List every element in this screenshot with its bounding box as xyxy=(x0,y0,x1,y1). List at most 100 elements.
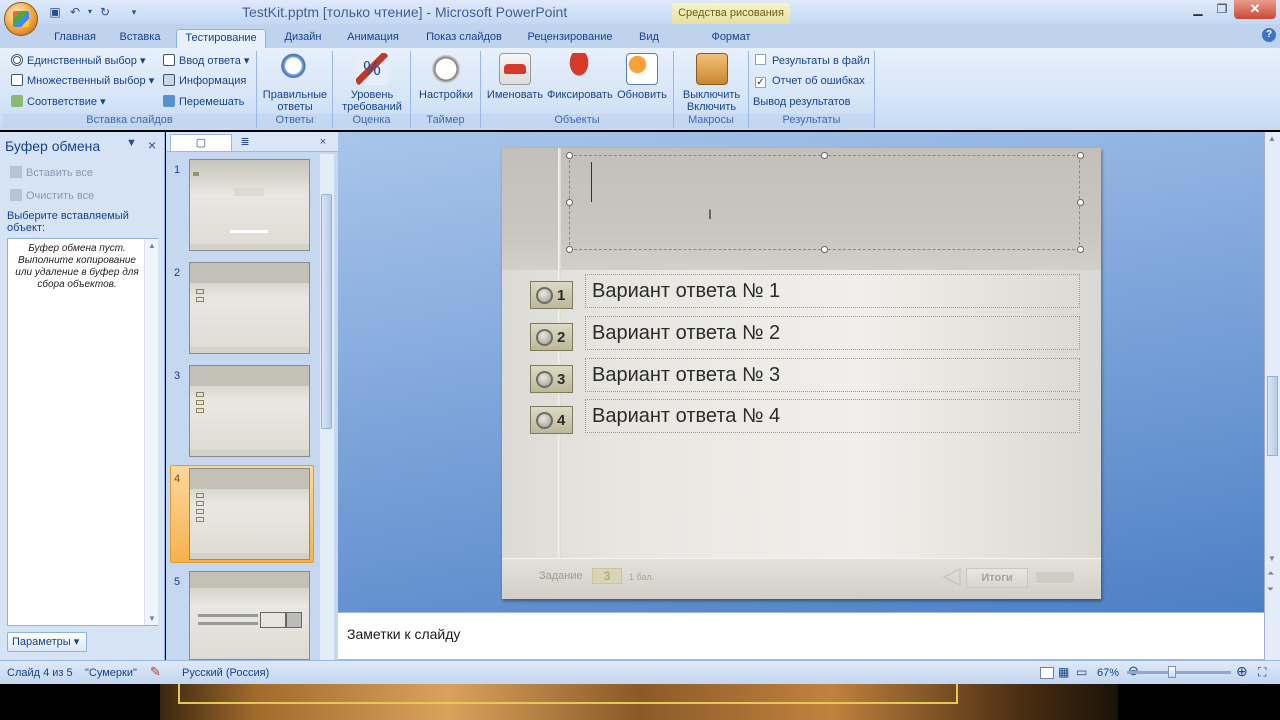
sorter-view-icon[interactable]: ▦ xyxy=(1058,665,1069,679)
slides-tab[interactable]: ▢ xyxy=(170,134,232,151)
radio-circle-icon[interactable] xyxy=(536,287,553,304)
fix-button[interactable]: Фиксировать xyxy=(547,53,613,101)
back-arrow-icon[interactable] xyxy=(942,568,962,586)
tab-home[interactable]: Главная xyxy=(46,29,104,48)
resize-handle[interactable] xyxy=(566,246,573,253)
zoom-slider[interactable] xyxy=(1127,671,1231,674)
tab-insert[interactable]: Вставка xyxy=(110,29,170,48)
zoom-level[interactable]: 67% xyxy=(1097,667,1119,679)
radio-circle-icon[interactable] xyxy=(536,329,553,346)
slides-pane-tabs: ▢ ≣ × xyxy=(166,132,338,152)
resize-handle[interactable] xyxy=(821,152,828,159)
results-button[interactable]: Итоги xyxy=(966,568,1028,588)
slide-thumbnail-2[interactable] xyxy=(189,262,310,354)
slide-canvas[interactable]: I 1 Вариант ответа № 1 2 Вариант ответа … xyxy=(502,148,1101,599)
restore-icon[interactable]: ❐ xyxy=(1212,0,1232,20)
shuffle-button[interactable]: Перемешать xyxy=(163,93,244,111)
question-text-box[interactable]: I xyxy=(569,155,1080,250)
theme-name[interactable]: "Сумерки" xyxy=(85,667,137,679)
correct-answers-button[interactable]: Правильные ответы xyxy=(261,53,329,113)
requirement-level-button[interactable]: % Уровень требований xyxy=(337,53,407,113)
customize-qat-icon[interactable]: ▾ xyxy=(126,4,142,20)
results-to-file-checkbox[interactable]: Результаты в файл xyxy=(755,52,870,70)
rename-button[interactable]: Именовать xyxy=(485,53,545,101)
slide-thumbnail-1[interactable] xyxy=(189,159,310,251)
undo-icon[interactable]: ↶ xyxy=(67,4,83,20)
error-report-checkbox[interactable]: ✓ Отчет об ошибках xyxy=(755,72,865,90)
single-choice-button[interactable]: Единственный выбор ▾ xyxy=(11,52,145,70)
fit-slide-icon[interactable]: ⛶ xyxy=(1258,665,1266,680)
clipboard-scrollbar[interactable]: ▲ ▼ xyxy=(144,239,158,625)
redo-icon[interactable]: ↻ xyxy=(97,4,113,20)
resize-handle[interactable] xyxy=(1077,152,1084,159)
matching-button[interactable]: Соответствие ▾ xyxy=(11,93,106,111)
previous-slide-icon[interactable]: ⏶ xyxy=(1267,568,1274,579)
timer-settings-button[interactable]: Настройки xyxy=(415,53,477,101)
background-frame xyxy=(178,684,958,704)
save-icon[interactable]: ▣ xyxy=(47,4,63,20)
tab-format[interactable]: Формат xyxy=(700,29,762,48)
office-button[interactable] xyxy=(4,2,38,36)
zoom-in-icon[interactable]: ⊕ xyxy=(1236,663,1248,680)
tab-animation[interactable]: Анимация xyxy=(338,29,408,48)
clear-all-button[interactable]: Очистить все xyxy=(10,187,94,205)
paste-all-button[interactable]: Вставить все xyxy=(10,164,93,182)
scroll-up-icon[interactable]: ▲ xyxy=(1268,134,1276,143)
slide-thumbnail-3[interactable] xyxy=(189,365,310,457)
radio-circle-icon[interactable] xyxy=(536,412,553,429)
close-pane-icon[interactable]: × xyxy=(316,134,330,151)
spellcheck-icon[interactable]: ✎ xyxy=(150,664,161,680)
slideshow-view-icon[interactable]: ▭ xyxy=(1076,665,1087,679)
radio-circle-icon[interactable] xyxy=(536,371,553,388)
next-slide-icon[interactable]: ⏷ xyxy=(1267,584,1274,595)
resize-handle[interactable] xyxy=(821,246,828,253)
clear-icon xyxy=(10,189,22,201)
resize-handle[interactable] xyxy=(1077,199,1084,206)
pane-menu-icon[interactable]: ▼ xyxy=(126,137,137,149)
scroll-thumb[interactable] xyxy=(1267,376,1278,456)
slide-thumbnail-5[interactable] xyxy=(189,571,310,660)
normal-view-icon[interactable] xyxy=(1040,667,1054,679)
resize-handle[interactable] xyxy=(566,152,573,159)
scroll-up-icon[interactable]: ▲ xyxy=(148,241,156,250)
slides-scrollbar[interactable] xyxy=(320,154,334,660)
tab-view[interactable]: Вид xyxy=(630,29,668,48)
language[interactable]: Русский (Россия) xyxy=(182,667,269,679)
slide-thumbnail-4[interactable] xyxy=(189,468,310,560)
minimize-icon[interactable]: ▁ xyxy=(1188,0,1208,20)
clipboard-options-button[interactable]: Параметры ▾ xyxy=(7,632,87,652)
resize-handle[interactable] xyxy=(566,199,573,206)
outline-tab[interactable]: ≣ xyxy=(236,134,254,151)
resize-handle[interactable] xyxy=(1077,246,1084,253)
option-text[interactable]: Вариант ответа № 2 xyxy=(585,316,1080,350)
undo-dropdown-icon[interactable]: ▾ xyxy=(82,4,98,20)
editor-scrollbar[interactable]: ▲ ▼ ⏶ ⏷ xyxy=(1264,132,1280,660)
scroll-thumb[interactable] xyxy=(321,194,332,429)
output-results-button[interactable]: Вывод результатов xyxy=(753,93,850,111)
checkbox-unchecked-icon xyxy=(755,54,766,65)
zoom-slider-thumb[interactable] xyxy=(1168,666,1176,678)
magnifier-icon xyxy=(279,53,311,85)
multiple-choice-button[interactable]: Множественный выбор ▾ xyxy=(11,72,154,90)
tab-design[interactable]: Дизайн xyxy=(274,29,332,48)
task-label: Задание xyxy=(539,570,583,582)
next-button[interactable] xyxy=(1035,571,1075,584)
tab-review[interactable]: Рецензирование xyxy=(518,29,622,48)
answer-input-button[interactable]: Ввод ответа ▾ xyxy=(163,52,249,70)
help-icon[interactable]: ? xyxy=(1262,28,1276,42)
close-icon[interactable]: × xyxy=(148,137,156,153)
clipboard-items-list[interactable]: Буфер обмена пуст. Выполните копирование… xyxy=(7,238,158,626)
tab-testing[interactable]: Тестирование xyxy=(176,29,266,48)
information-button[interactable]: Информация xyxy=(163,72,246,90)
option-text[interactable]: Вариант ответа № 4 xyxy=(585,399,1080,433)
tab-slideshow[interactable]: Показ слайдов xyxy=(418,29,510,48)
option-text[interactable]: Вариант ответа № 3 xyxy=(585,358,1080,392)
update-button[interactable]: Обновить xyxy=(613,53,671,101)
macros-toggle-button[interactable]: Выключить Включить xyxy=(678,53,745,113)
close-window-button[interactable]: ✕ xyxy=(1234,0,1276,19)
scroll-down-icon[interactable]: ▼ xyxy=(1268,554,1276,563)
option-text[interactable]: Вариант ответа № 1 xyxy=(585,274,1080,308)
notes-pane[interactable]: Заметки к слайду xyxy=(338,612,1264,660)
scroll-down-icon[interactable]: ▼ xyxy=(148,614,156,623)
status-bar: Слайд 4 из 5 "Сумерки" ✎ Русский (Россия… xyxy=(0,660,1280,684)
